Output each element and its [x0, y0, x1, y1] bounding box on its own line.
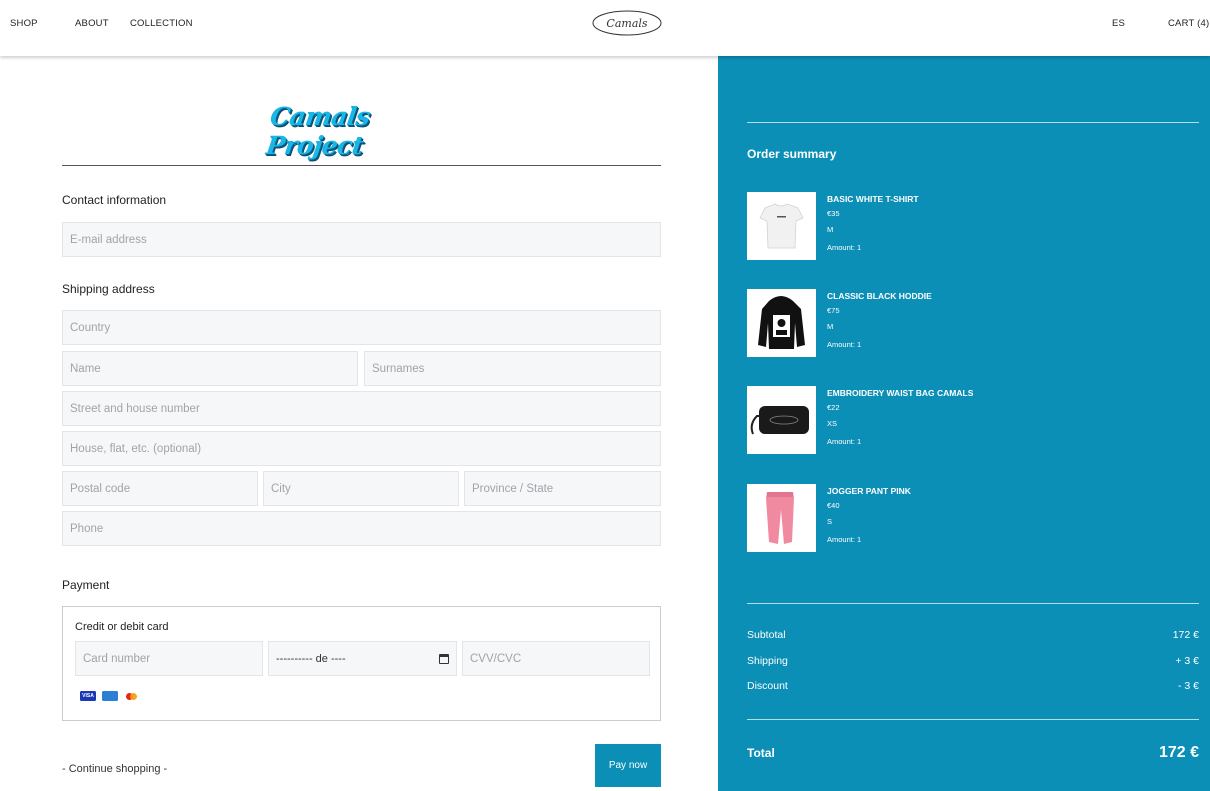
item-price: €40: [827, 501, 840, 510]
shipping-value: + 3 €: [1175, 655, 1199, 667]
calendar-icon[interactable]: [439, 653, 449, 664]
card-number-field[interactable]: [75, 641, 263, 676]
visa-card-icon: VISA: [80, 691, 96, 701]
header-divider: [62, 165, 661, 166]
logo-text: Camals: [606, 17, 647, 30]
summary-bottom-divider: [747, 719, 1199, 720]
item-size: S: [827, 517, 833, 526]
phone-field[interactable]: [62, 511, 661, 546]
cvv-field[interactable]: [462, 641, 650, 676]
waist-bag-image: [747, 386, 816, 454]
item-price: €75: [827, 306, 840, 315]
shipping-row: Shipping + 3 €: [747, 655, 1199, 667]
top-nav: SHOP ABOUT COLLECTION Camals ES CART (4): [0, 0, 1210, 56]
surnames-field[interactable]: [364, 351, 661, 386]
subtotal-label: Subtotal: [747, 629, 786, 641]
item-size: XS: [827, 419, 838, 428]
item-amount: Amount: 1: [827, 243, 862, 252]
item-price: €22: [827, 403, 840, 412]
order-item: CLASSIC BLACK HODDIE €75 M Amount: 1: [747, 289, 1187, 357]
pay-now-button[interactable]: Pay now: [595, 744, 661, 787]
street-field[interactable]: [62, 391, 661, 426]
discount-row: Discount - 3 €: [747, 680, 1199, 692]
item-name: EMBROIDERY WAIST BAG CAMALS: [827, 388, 974, 398]
item-amount: Amount: 1: [827, 340, 862, 349]
total-label: Total: [747, 746, 775, 760]
order-item: BASIC WHITE T-SHIRT €35 M Amount: 1: [747, 192, 1187, 260]
summary-mid-divider: [747, 603, 1199, 604]
item-name: CLASSIC BLACK HODDIE: [827, 291, 932, 301]
card-method-label: Credit or debit card: [75, 621, 169, 633]
order-summary-title: Order summary: [747, 147, 837, 161]
item-name: BASIC WHITE T-SHIRT: [827, 194, 919, 204]
mastercard-icon: [124, 691, 140, 701]
subtotal-row: Subtotal 172 €: [747, 629, 1199, 641]
card-brands: VISA: [80, 691, 140, 701]
house-field[interactable]: [62, 431, 661, 466]
postal-code-field[interactable]: [62, 471, 258, 506]
total-value: 172 €: [1158, 744, 1199, 761]
payment-box: Credit or debit card ---------- de ---- …: [62, 606, 661, 721]
item-name: JOGGER PANT PINK: [827, 486, 911, 496]
pink-jogger-image: [747, 484, 816, 552]
country-field[interactable]: [62, 310, 661, 345]
item-size: M: [827, 322, 834, 331]
city-field[interactable]: [263, 471, 459, 506]
order-item: EMBROIDERY WAIST BAG CAMALS €22 XS Amoun…: [747, 386, 1187, 454]
item-price: €35: [827, 209, 840, 218]
language-switch[interactable]: ES: [1112, 18, 1125, 29]
nav-about-link[interactable]: ABOUT: [75, 18, 109, 29]
email-field[interactable]: [62, 222, 661, 257]
cart-link[interactable]: CART (4): [1168, 18, 1209, 29]
payment-title: Payment: [62, 578, 110, 592]
black-hoodie-image: [747, 289, 816, 357]
name-field[interactable]: [62, 351, 358, 386]
nav-collection-link[interactable]: COLLECTION: [130, 18, 193, 29]
expiry-date-field[interactable]: ---------- de ----: [268, 641, 457, 676]
province-field[interactable]: [464, 471, 661, 506]
shipping-title: Shipping address: [62, 282, 155, 296]
order-item: JOGGER PANT PINK €40 S Amount: 1: [747, 484, 1187, 552]
discount-label: Discount: [747, 680, 788, 692]
order-summary-panel: Order summary BASIC WHITE T-SHIRT €35 M …: [718, 56, 1210, 791]
item-amount: Amount: 1: [827, 437, 862, 446]
white-tshirt-image: [747, 192, 816, 260]
item-size: M: [827, 225, 834, 234]
camals-logo[interactable]: Camals: [591, 8, 663, 38]
nav-shop-link[interactable]: SHOP: [10, 18, 38, 29]
amex-card-icon: [102, 691, 118, 701]
logo-ellipse-icon: Camals: [592, 10, 662, 36]
discount-value: - 3 €: [1177, 680, 1199, 692]
subtotal-value: 172 €: [1172, 629, 1199, 641]
shipping-label: Shipping: [747, 655, 788, 667]
continue-shopping-link[interactable]: - Continue shopping -: [62, 763, 167, 775]
contact-title: Contact information: [62, 193, 167, 207]
brand-logo: Camals Project: [264, 102, 372, 160]
checkout-form: Camals Project Contact information Shipp…: [0, 56, 718, 791]
total-row: Total 172 €: [747, 744, 1199, 762]
item-amount: Amount: 1: [827, 535, 862, 544]
summary-top-divider: [747, 122, 1199, 123]
expiry-value: ---------- de ----: [276, 652, 346, 665]
